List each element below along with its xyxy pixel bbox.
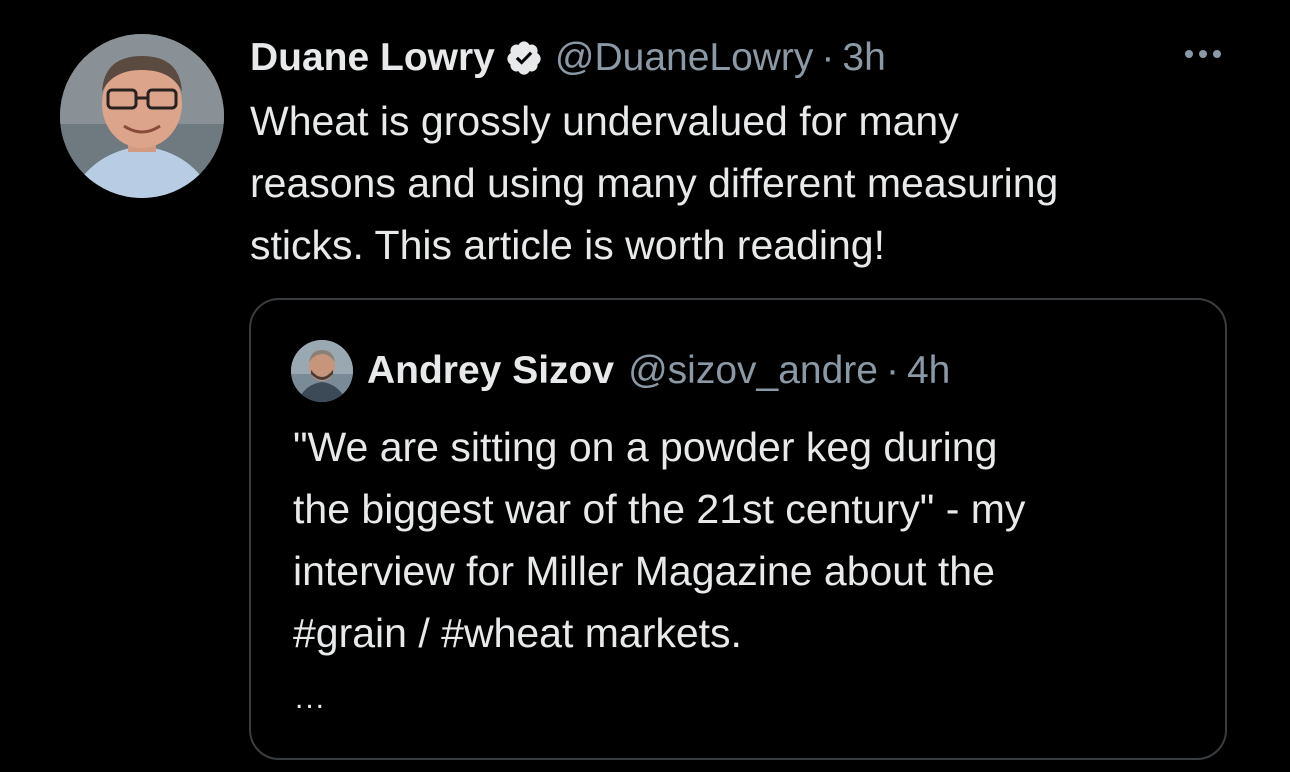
author-handle[interactable]: @DuaneLowry — [555, 36, 814, 80]
separator-dot: · — [821, 36, 835, 79]
tweet-content: Duane Lowry @DuaneLowry · 3h Wheat is gr… — [250, 30, 1240, 276]
profile-photo-icon — [60, 34, 224, 198]
tweet-text: Wheat is grossly undervalued for many re… — [250, 98, 1059, 268]
more-options-button[interactable] — [1180, 42, 1226, 66]
tweet[interactable]: Duane Lowry @DuaneLowry · 3h Wheat is gr… — [0, 0, 1290, 772]
separator-dot: · — [885, 349, 899, 392]
more-options-icon — [1185, 50, 1221, 58]
author-avatar[interactable] — [60, 34, 224, 198]
quoted-tweet-timestamp[interactable]: 4h — [907, 349, 950, 393]
quoted-author-avatar[interactable] — [291, 340, 353, 402]
tweet-timestamp[interactable]: 3h — [842, 36, 885, 80]
tweet-header: Duane Lowry @DuaneLowry · 3h — [250, 30, 1240, 86]
quoted-tweet-card[interactable]: Andrey Sizov @sizov_andre · 4h "We are s… — [249, 298, 1227, 760]
profile-photo-icon — [291, 340, 353, 402]
quoted-author-handle[interactable]: @sizov_andre — [628, 349, 878, 393]
quoted-tweet-text: "We are sitting on a powder keg during t… — [293, 424, 1026, 656]
author-name[interactable]: Duane Lowry — [250, 36, 495, 80]
quoted-author-name[interactable]: Andrey Sizov — [367, 349, 614, 393]
quoted-tweet-header: Andrey Sizov @sizov_andre · 4h — [291, 340, 950, 402]
verified-badge-icon — [505, 39, 543, 77]
truncation-ellipsis: ... — [295, 682, 327, 715]
